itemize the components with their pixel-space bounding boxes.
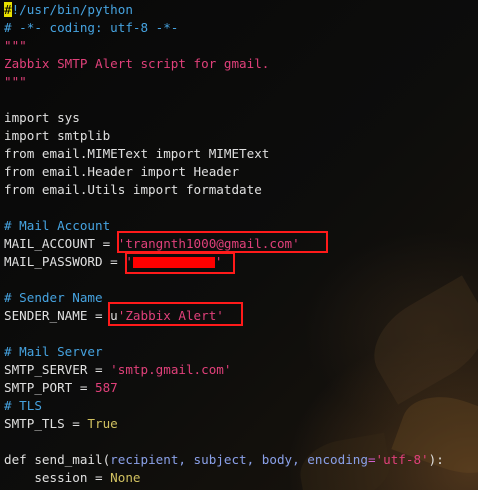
code-line[interactable]: def send_mail(recipient, subject, body, … xyxy=(4,451,444,469)
code-token: 'smtp.gmail.com' xyxy=(110,362,232,377)
code-token: from email.Utils import formatdate xyxy=(4,182,262,197)
code-token: 587 xyxy=(95,380,118,395)
text-cursor: # xyxy=(4,2,12,17)
highlight-sender-name xyxy=(108,302,243,326)
code-token: def send_mail( xyxy=(4,452,111,467)
code-line[interactable]: import smtplib xyxy=(4,127,444,145)
code-line[interactable]: # Mail Server xyxy=(4,343,444,361)
code-token: SMTP_SERVER = xyxy=(4,362,111,377)
code-line[interactable] xyxy=(4,433,444,451)
code-token: """ xyxy=(4,74,27,89)
code-token: SMTP_PORT = xyxy=(4,380,95,395)
code-token: !/usr/bin/python xyxy=(11,2,133,17)
highlight-mail-account xyxy=(117,231,328,253)
code-line[interactable] xyxy=(4,199,444,217)
code-token: SMTP_TLS = xyxy=(4,416,88,431)
code-token: 'utf-8' xyxy=(375,452,429,467)
code-line[interactable]: """ xyxy=(4,37,444,55)
highlight-mail-password xyxy=(125,252,235,274)
code-token: SENDER_NAME = u xyxy=(4,308,118,323)
code-token: # Mail Account xyxy=(4,218,111,233)
code-token: # TLS xyxy=(4,398,42,413)
code-line[interactable]: # -*- coding: utf-8 -*- xyxy=(4,19,444,37)
code-token: True xyxy=(87,416,118,431)
code-line[interactable]: session = None xyxy=(4,469,444,487)
code-token: None xyxy=(110,470,141,485)
code-token: import sys xyxy=(4,110,80,125)
code-line[interactable]: from email.Utils import formatdate xyxy=(4,181,444,199)
code-token: recipient, subject, body, encoding xyxy=(110,452,368,467)
code-line[interactable]: """ xyxy=(4,73,444,91)
code-token: session = xyxy=(4,470,111,485)
code-line[interactable]: #!/usr/bin/python xyxy=(4,1,444,19)
code-line[interactable]: # TLS xyxy=(4,397,444,415)
code-token: ): xyxy=(428,452,444,467)
code-line[interactable]: from email.Header import Header xyxy=(4,163,444,181)
code-token: # Sender Name xyxy=(4,290,103,305)
code-token: = xyxy=(367,452,376,467)
code-line[interactable] xyxy=(4,91,444,109)
code-line[interactable]: SMTP_SERVER = 'smtp.gmail.com' xyxy=(4,361,444,379)
terminal-window[interactable]: #!/usr/bin/python # -*- coding: utf-8 -*-… xyxy=(0,0,478,490)
code-token: import smtplib xyxy=(4,128,111,143)
code-token: from email.Header import Header xyxy=(4,164,240,179)
code-token: # -*- coding: utf-8 -*- xyxy=(4,20,179,35)
code-token: MAIL_PASSWORD = xyxy=(4,254,126,269)
code-token: Zabbix SMTP Alert script for gmail. xyxy=(4,56,270,71)
code-line[interactable]: import sys xyxy=(4,109,444,127)
code-token: from email.MIMEText import MIMEText xyxy=(4,146,270,161)
code-line[interactable]: SMTP_PORT = 587 xyxy=(4,379,444,397)
code-token: MAIL_ACCOUNT = xyxy=(4,236,118,251)
code-line[interactable]: SMTP_TLS = True xyxy=(4,415,444,433)
code-token: """ xyxy=(4,38,27,53)
code-line[interactable]: Zabbix SMTP Alert script for gmail. xyxy=(4,55,444,73)
code-line[interactable] xyxy=(4,325,444,343)
code-line[interactable]: from email.MIMEText import MIMEText xyxy=(4,145,444,163)
code-token: # Mail Server xyxy=(4,344,103,359)
